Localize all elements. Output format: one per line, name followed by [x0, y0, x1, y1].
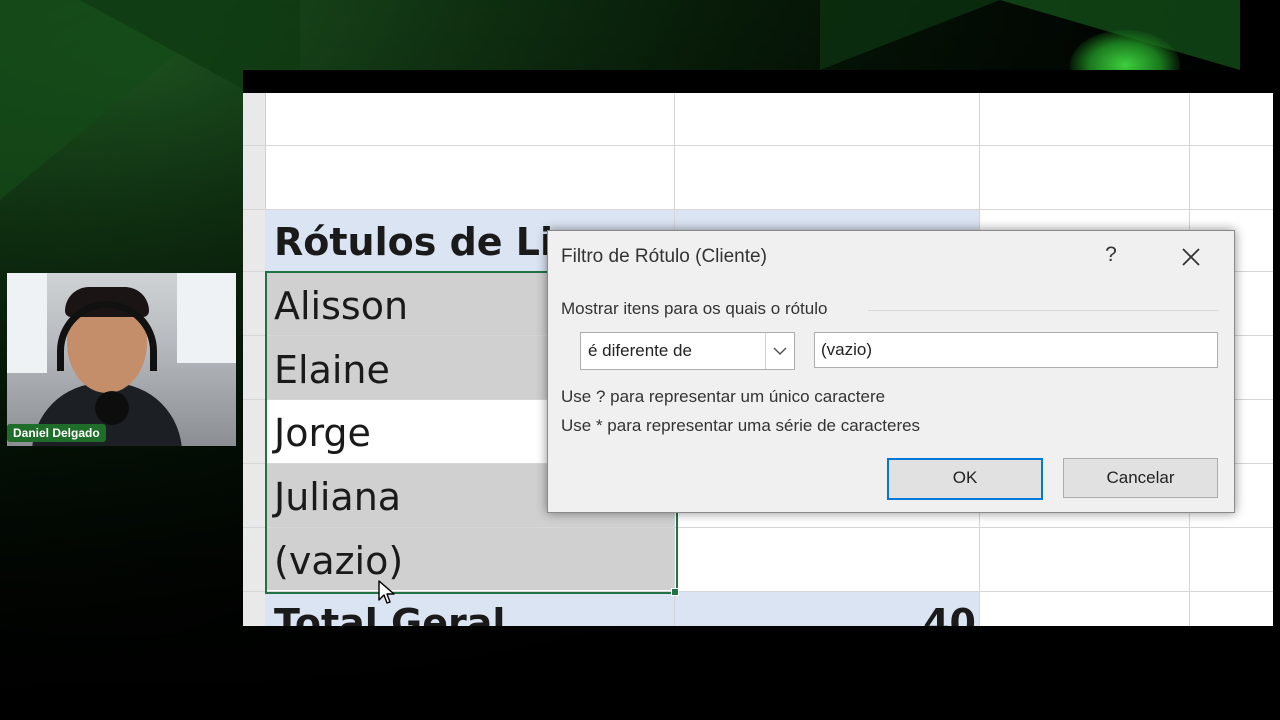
operator-selected-value: é diferente de — [588, 341, 692, 360]
wildcard-hint-single: Use ? para representar um único caracter… — [561, 387, 886, 406]
pivot-header-label: Rótulos de Lir — [274, 220, 572, 264]
chevron-down-icon — [773, 347, 787, 356]
presenter-webcam — [7, 273, 236, 446]
grid-line — [243, 209, 1273, 210]
operator-select[interactable]: é diferente de — [580, 332, 795, 370]
cancel-button[interactable]: Cancelar — [1063, 458, 1218, 498]
ok-button[interactable]: OK — [887, 458, 1043, 500]
background-shape — [820, 0, 1000, 70]
wildcard-hint-series: Use * para representar uma série de cara… — [561, 416, 921, 435]
question-icon[interactable]: ? — [1099, 243, 1123, 271]
label-filter-dialog: Filtro de Rótulo (Cliente) ? Mostrar ite… — [547, 230, 1235, 513]
close-icon[interactable] — [1176, 245, 1206, 271]
presenter-name-tag: Daniel Delgado — [7, 424, 106, 442]
group-divider — [868, 310, 1218, 311]
webcam-background — [177, 273, 236, 363]
filter-value-input[interactable] — [814, 332, 1218, 368]
microphone — [95, 391, 129, 425]
webcam-background — [7, 273, 47, 373]
grid-line — [243, 145, 1273, 146]
dialog-body: Mostrar itens para os quais o rótulo é d… — [548, 283, 1234, 512]
filter-group-label: Mostrar itens para os quais o rótulo — [561, 299, 828, 318]
fill-handle[interactable] — [671, 588, 679, 596]
row-header-column — [243, 93, 266, 626]
pivot-total-value: 40 — [923, 601, 976, 626]
mouse-pointer-icon — [378, 580, 395, 604]
dialog-title: Filtro de Rótulo (Cliente) — [561, 246, 767, 267]
operator-dropdown-button[interactable] — [765, 333, 794, 369]
